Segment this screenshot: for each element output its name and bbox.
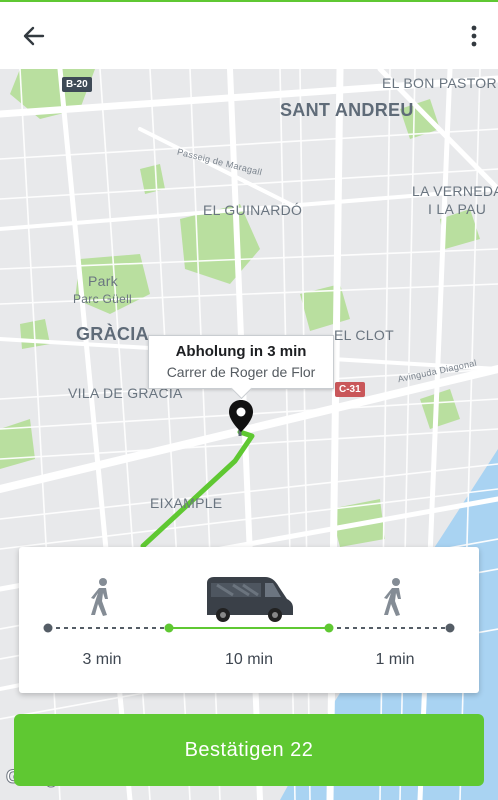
map-label: EL BON PASTOR (382, 75, 497, 91)
highway-shield: B-20 (62, 77, 92, 92)
app-bar (0, 2, 498, 69)
pickup-eta: Abholung in 3 min (175, 343, 307, 360)
map-label: Parc Güell (73, 292, 133, 306)
map-label: EL CLOT (334, 327, 394, 343)
map-label: EL GUINARDÓ (203, 202, 303, 218)
walk-to-destination-time: 1 min (375, 651, 415, 668)
map-label: GRÀCIA (76, 324, 149, 344)
map-label: LA VERNEDA (412, 183, 498, 199)
pickup-callout[interactable]: Abholung in 3 min Carrer de Roger de Flo… (148, 335, 334, 400)
more-vertical-icon (471, 25, 477, 47)
location-pin-icon[interactable] (228, 399, 254, 433)
arrow-left-icon (23, 26, 45, 46)
confirm-button[interactable]: Bestätigen 22 (14, 714, 484, 786)
walking-person-icon (91, 578, 108, 616)
map-label: SANT ANDREU (280, 100, 414, 120)
highway-shield: C-31 (335, 382, 365, 397)
walking-person-icon (384, 578, 401, 616)
map-label: Park (88, 273, 118, 289)
van-icon (207, 577, 293, 622)
ride-time: 10 min (224, 651, 274, 668)
walk-to-pickup-time: 3 min (82, 651, 122, 668)
map-label: I LA PAU (428, 201, 487, 217)
map-view[interactable]: EL BON PASTOR SANT ANDREU Passeig de Mar… (0, 69, 498, 800)
back-button[interactable] (18, 22, 50, 50)
map-label: EIXAMPLE (150, 495, 223, 511)
overflow-menu-button[interactable] (464, 22, 484, 50)
trip-summary-card: 3 min 10 min 1 min (19, 547, 479, 693)
